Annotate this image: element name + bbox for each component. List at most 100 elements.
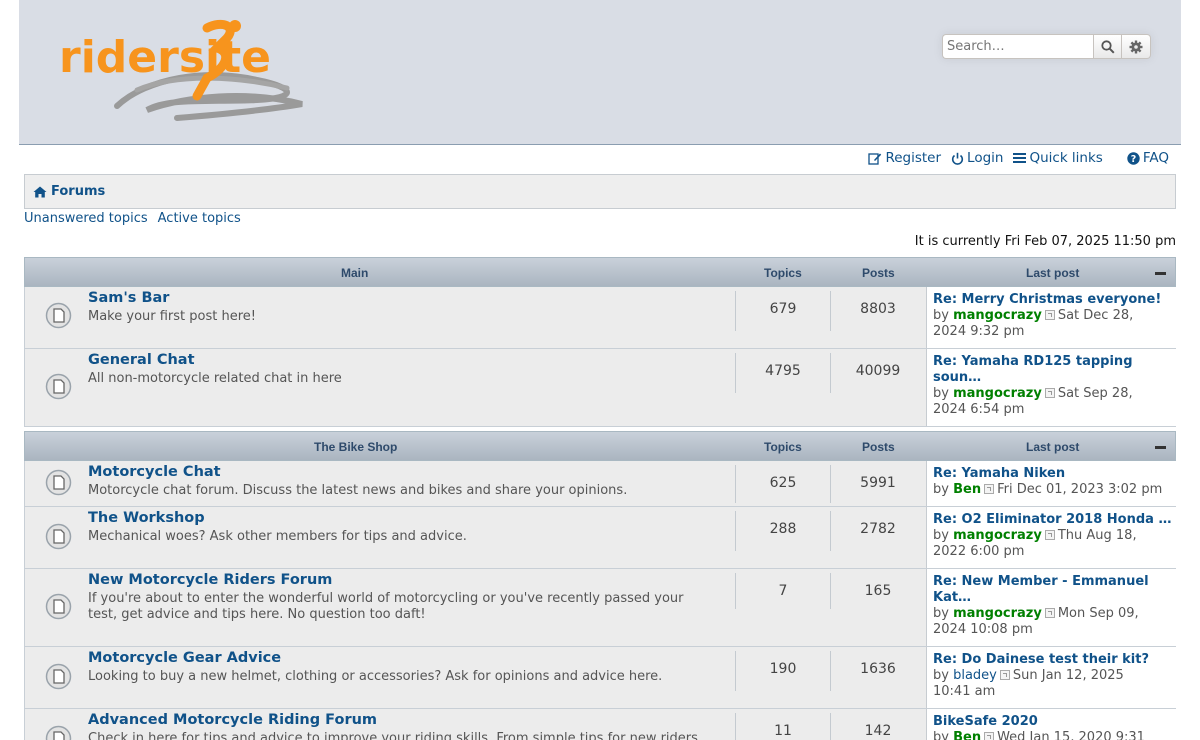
view-latest-post-icon[interactable]: [999, 670, 1010, 680]
faq-link[interactable]: ? FAQ: [1127, 150, 1169, 166]
last-post-author-link[interactable]: mangocrazy: [953, 386, 1042, 401]
last-post-author-link[interactable]: Ben: [953, 482, 981, 497]
posts-column-header: Posts: [862, 440, 895, 454]
last-post-author-link[interactable]: mangocrazy: [953, 308, 1042, 323]
posts-count: 1636: [860, 661, 896, 677]
forum-read-icon: [45, 373, 72, 400]
last-post-author-link[interactable]: mangocrazy: [953, 528, 1042, 543]
forum-title-link[interactable]: General Chat: [88, 352, 195, 368]
forum-description: Mechanical woes? Ask other members for t…: [88, 529, 467, 544]
last-post-title-link[interactable]: Re: Yamaha Niken: [933, 466, 1177, 482]
forum-row-sams-bar: Sam's Bar Make your first post here! 679…: [24, 287, 1176, 349]
forum-title-link[interactable]: The Workshop: [88, 510, 205, 526]
forum-row-advanced-riding: Advanced Motorcycle Riding Forum Check i…: [24, 709, 1176, 740]
view-latest-post-icon[interactable]: [984, 732, 995, 740]
search-button[interactable]: [1093, 34, 1122, 59]
topics-count: 11: [774, 723, 792, 739]
forum-read-icon: [45, 523, 72, 550]
forum-title-link[interactable]: Advanced Motorcycle Riding Forum: [88, 712, 377, 728]
by-label: by: [933, 308, 949, 323]
breadcrumb: Forums: [24, 174, 1176, 209]
forum-description: Motorcycle chat forum. Discuss the lates…: [88, 483, 628, 498]
last-post-title-link[interactable]: Re: O2 Eliminator 2018 Honda …: [933, 512, 1177, 528]
last-post-title-link-cont[interactable]: soun…: [933, 370, 1177, 386]
topics-column-header: Topics: [764, 266, 802, 280]
last-post-title-link[interactable]: BikeSafe 2020: [933, 714, 1177, 730]
forum-read-icon: [45, 725, 72, 740]
quick-links-label: Quick links: [1029, 150, 1103, 166]
view-latest-post-icon[interactable]: [984, 484, 995, 494]
last-post-date: Fri Dec 01, 2023 3:02 pm: [997, 482, 1163, 497]
last-post-cell: Re: New Member - Emmanuel Kat… by mangoc…: [926, 569, 1176, 646]
topics-count: 288: [769, 521, 797, 537]
login-label: Login: [967, 150, 1004, 166]
last-post-author-link[interactable]: mangocrazy: [953, 606, 1042, 621]
topics-count: 625: [769, 475, 797, 491]
topics-count: 679: [769, 301, 797, 317]
current-time: It is currently Fri Feb 07, 2025 11:50 p…: [914, 234, 1176, 249]
advanced-search-button[interactable]: [1122, 34, 1151, 59]
last-post-date: Sat Dec 28,: [1057, 308, 1134, 323]
site-logo[interactable]: ridersite: [57, 18, 307, 123]
last-post-date-cont: 2024 10:08 pm: [933, 622, 1033, 637]
site-header: ridersite: [19, 0, 1181, 145]
question-circle-icon: ?: [1127, 151, 1140, 165]
forum-title-link[interactable]: Sam's Bar: [88, 290, 169, 306]
forum-title-link[interactable]: Motorcycle Chat: [88, 464, 221, 480]
topics-column-header: Topics: [764, 440, 802, 454]
register-link[interactable]: Register: [868, 150, 941, 166]
last-post-title-link[interactable]: Re: Merry Christmas everyone!: [933, 292, 1177, 308]
user-nav: Register Login Quick links ? FAQ: [868, 150, 1169, 166]
posts-count: 2782: [860, 521, 896, 537]
collapse-icon[interactable]: [1155, 272, 1166, 275]
by-label: by: [933, 528, 949, 543]
view-latest-post-icon[interactable]: [1044, 608, 1055, 618]
last-post-author-link[interactable]: Ben: [953, 730, 981, 740]
forum-row-general-chat: General Chat All non-motorcycle related …: [24, 349, 1176, 427]
posts-count: 8803: [860, 301, 896, 317]
last-post-title-link[interactable]: Re: Yamaha RD125 tapping: [933, 354, 1177, 370]
last-post-date-cont: 10:41 am: [933, 684, 996, 699]
last-post-date: Mon Sep 09,: [1057, 606, 1139, 621]
last-post-cell: Re: O2 Eliminator 2018 Honda … by mangoc…: [926, 507, 1176, 568]
edit-icon: [868, 152, 882, 165]
last-post-title-link-cont[interactable]: Kat…: [933, 590, 1177, 606]
search-icon: [1100, 39, 1115, 54]
last-post-date: Wed Jan 15, 2020 9:31: [997, 730, 1145, 740]
view-latest-post-icon[interactable]: [1044, 310, 1055, 320]
last-post-cell: Re: Yamaha RD125 tapping soun… by mangoc…: [926, 349, 1176, 426]
unanswered-topics-link[interactable]: Unanswered topics: [24, 211, 148, 226]
last-post-cell: Re: Merry Christmas everyone! by mangocr…: [926, 287, 1176, 348]
last-post-date-cont: 2024 6:54 pm: [933, 402, 1025, 417]
forum-title-link[interactable]: New Motorcycle Riders Forum: [88, 572, 332, 588]
view-latest-post-icon[interactable]: [1044, 530, 1055, 540]
last-post-date: Thu Aug 18,: [1057, 528, 1137, 543]
breadcrumb-forums-link[interactable]: Forums: [51, 184, 105, 199]
login-link[interactable]: Login: [951, 150, 1003, 166]
category-title[interactable]: The Bike Shop: [314, 440, 397, 454]
forum-description: Check in here for tips and advice to imp…: [88, 731, 698, 740]
last-post-column-header: Last post: [1026, 440, 1080, 454]
posts-column-header: Posts: [862, 266, 895, 280]
last-post-author-link[interactable]: bladey: [953, 668, 997, 683]
by-label: by: [933, 386, 949, 401]
logo-text: ridersite: [59, 32, 271, 83]
last-post-title-link[interactable]: Re: New Member - Emmanuel: [933, 574, 1177, 590]
faq-label: FAQ: [1142, 150, 1169, 166]
forum-description: If you're about to enter the wonderful w…: [88, 591, 684, 622]
search-input[interactable]: [942, 34, 1093, 59]
last-post-title-link[interactable]: Re: Do Dainese test their kit?: [933, 652, 1177, 668]
forum-read-icon: [45, 663, 72, 690]
collapse-icon[interactable]: [1155, 446, 1166, 449]
power-icon: [951, 152, 964, 165]
forum-title-link[interactable]: Motorcycle Gear Advice: [88, 650, 281, 666]
posts-count: 5991: [860, 475, 896, 491]
quick-links-menu[interactable]: Quick links: [1013, 150, 1103, 166]
by-label: by: [933, 730, 949, 740]
search-box: [942, 34, 1151, 59]
view-latest-post-icon[interactable]: [1044, 388, 1055, 398]
active-topics-link[interactable]: Active topics: [158, 211, 241, 226]
category-title[interactable]: Main: [341, 266, 368, 280]
by-label: by: [933, 606, 949, 621]
last-post-cell: Re: Do Dainese test their kit? by bladey…: [926, 647, 1176, 708]
